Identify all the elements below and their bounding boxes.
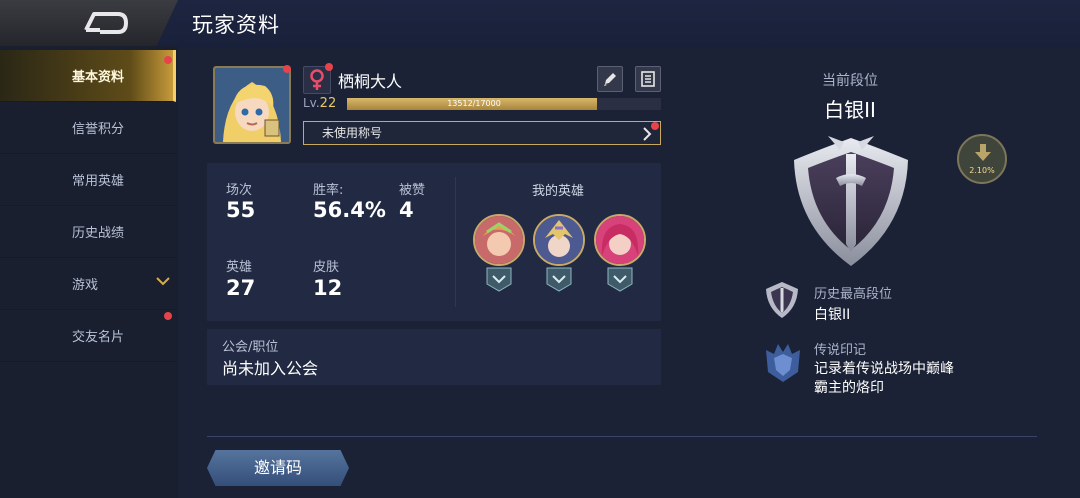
top-bar: 玩家资料 — [0, 0, 1080, 48]
hero-mastery-badge — [546, 267, 572, 292]
legend-mark-icon — [766, 344, 800, 382]
hero-mastery-badge — [607, 267, 633, 292]
hero-avatar[interactable] — [533, 214, 585, 266]
sidebar-item-label: 交友名片 — [72, 330, 125, 345]
skins-value: 12 — [313, 276, 343, 300]
back-arrow-icon — [84, 12, 128, 34]
sidebar-item-credit-score[interactable]: 信誉积分 — [0, 102, 176, 154]
matches-label: 场次 — [226, 183, 253, 198]
title-placeholder: 未使用称号 — [322, 126, 383, 140]
notification-dot — [325, 63, 333, 71]
sidebar-item-match-history[interactable]: 历史战绩 — [0, 206, 176, 258]
level-label: Lv.22 — [303, 96, 336, 111]
my-heroes-title: 我的英雄 — [531, 184, 584, 199]
level-prefix: Lv. — [303, 96, 320, 110]
rank-protect-badge[interactable]: 2.10% — [957, 134, 1007, 184]
hero-mastery-badge — [486, 267, 512, 292]
chevron-right-icon — [643, 127, 652, 141]
chevron-down-icon — [156, 277, 170, 286]
rank-protect-percent: 2.10% — [969, 166, 995, 175]
notification-dot — [283, 65, 291, 73]
sidebar-item-basic-info[interactable]: 基本资料 — [0, 50, 176, 102]
matches-value: 55 — [226, 198, 256, 222]
edit-name-button[interactable] — [597, 66, 623, 92]
sidebar-item-label: 基本资料 — [72, 70, 125, 85]
female-icon — [310, 69, 324, 90]
sidebar-item-label: 信誉积分 — [72, 122, 125, 137]
heroes-count-label: 英雄 — [226, 260, 253, 275]
legend-mark-label: 传说印记 — [814, 343, 867, 358]
current-rank-caption: 当前段位 — [822, 73, 878, 89]
level-value: 22 — [319, 96, 337, 111]
exp-bar: 13512/17000 — [347, 98, 661, 110]
winrate-label: 胜率: — [313, 183, 344, 198]
sidebar-item-label: 历史战绩 — [72, 226, 125, 241]
highest-rank-label: 历史最高段位 — [814, 287, 893, 302]
notification-dot — [651, 122, 659, 130]
hero-portrait — [596, 216, 644, 264]
current-rank-value: 白银II — [824, 98, 876, 122]
exp-text: 13512/17000 — [447, 99, 501, 108]
notebook-icon — [641, 71, 655, 87]
heroes-count-value: 27 — [226, 276, 256, 300]
title-selector[interactable]: 未使用称号 — [303, 121, 661, 145]
sidebar-item-friend-card[interactable]: 交友名片 — [0, 310, 176, 362]
invite-code-button[interactable]: 邀请码 — [207, 450, 349, 486]
record-button[interactable] — [635, 66, 661, 92]
sidebar: 基本资料 信誉积分 常用英雄 历史战绩 游戏 交友名片 — [0, 46, 178, 498]
winrate-value: 56.4% — [313, 198, 386, 222]
likes-value: 4 — [399, 198, 414, 222]
hero-portrait — [475, 216, 523, 264]
skins-label: 皮肤 — [313, 260, 340, 275]
legend-mark-description: 记录着传说战场中巅峰霸主的烙印 — [814, 361, 954, 396]
sidebar-item-label: 常用英雄 — [72, 174, 125, 189]
avatar-portrait — [215, 68, 289, 142]
hero-avatar[interactable] — [594, 214, 646, 266]
hero-avatar[interactable] — [473, 214, 525, 266]
hero-portrait — [535, 216, 583, 264]
player-name: 栖桐大人 — [338, 72, 403, 91]
highest-rank-value: 白银II — [814, 307, 851, 323]
guild-value: 尚未加入公会 — [222, 359, 319, 378]
likes-label: 被赞 — [399, 183, 426, 198]
page-title: 玩家资料 — [192, 13, 280, 37]
sidebar-item-label: 游戏 — [72, 278, 99, 293]
bottom-divider — [207, 436, 1037, 437]
pencil-icon — [604, 73, 616, 86]
notification-dot — [164, 312, 172, 320]
player-avatar[interactable] — [213, 66, 291, 144]
sidebar-item-games[interactable]: 游戏 — [0, 258, 176, 310]
back-button[interactable] — [0, 0, 178, 46]
down-arrow-icon — [975, 144, 991, 161]
stats-divider — [455, 177, 456, 307]
notification-dot — [164, 56, 172, 64]
highest-rank-icon — [766, 282, 798, 318]
silver-rank-emblem-icon — [794, 136, 908, 266]
sidebar-item-common-heroes[interactable]: 常用英雄 — [0, 154, 176, 206]
guild-label: 公会/职位 — [222, 340, 279, 355]
